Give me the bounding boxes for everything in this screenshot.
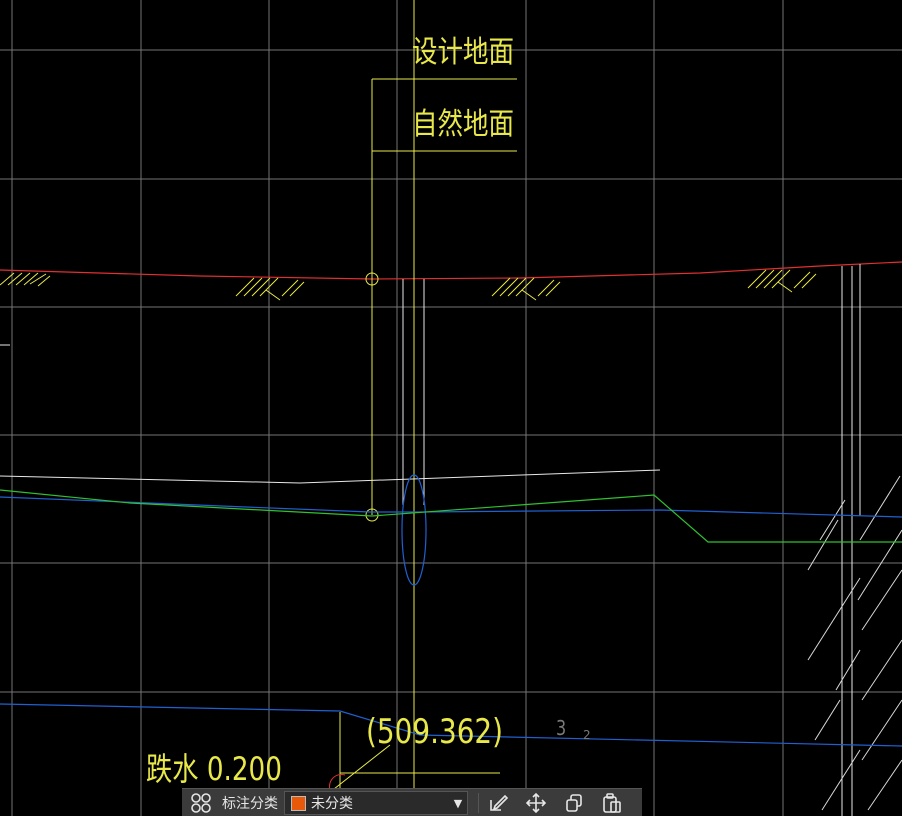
ground-hatch-symbols	[0, 269, 817, 301]
paste-icon[interactable]	[593, 789, 631, 816]
design-ground-line[interactable]	[0, 261, 902, 280]
small-label-2: 2	[583, 728, 591, 742]
chevron-down-icon: ▼	[453, 796, 463, 810]
elevation-label: (509.362)	[366, 712, 504, 752]
copy-icon[interactable]	[555, 789, 593, 816]
annotation-toolbar: 标注分类 未分类 ▼	[182, 788, 642, 816]
cad-viewport[interactable]: 设计地面 自然地面 跌水 0.200 (509.362) 3 2 标注分类 未分…	[0, 0, 902, 816]
edit-icon[interactable]	[479, 789, 517, 816]
design-ground-label: 设计地面	[412, 35, 514, 70]
category-color-swatch	[291, 795, 306, 811]
small-label-3: 3	[556, 716, 567, 740]
natural-ground-label: 自然地面	[412, 107, 514, 142]
pipe-lines[interactable]	[0, 474, 902, 747]
grid-four-circles-icon[interactable]	[182, 789, 220, 816]
profile-line[interactable]	[0, 489, 902, 543]
slope-hatch	[807, 475, 902, 811]
category-value: 未分类	[311, 796, 353, 812]
category-label: 标注分类	[222, 796, 278, 812]
drop-label: 跌水 0.200	[146, 750, 282, 788]
move-icon[interactable]	[517, 789, 555, 816]
category-select[interactable]: 未分类 ▼	[284, 791, 468, 815]
